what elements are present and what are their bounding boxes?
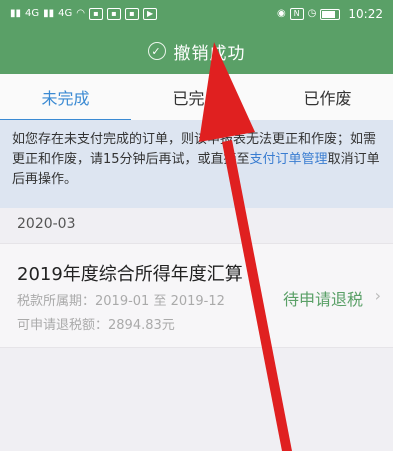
unpaid-order-notice: 如您存在未支付完成的订单，则该申报表无法更正和作废；如需更正和作废，请15分钟后… [0, 120, 393, 208]
status-bar: ▮▮ 4G ▮▮ 4G ◠ ▪ ▪ ▪ ▶ ◉ N ◷ 10:22 [0, 0, 393, 28]
app-notification-icon: ▪ [89, 8, 104, 20]
tab-voided[interactable]: 已作废 [262, 74, 393, 120]
nfc-icon: N [289, 8, 304, 20]
app-notification-icon: ▪ [107, 8, 122, 20]
status-bar-right: ◉ N ◷ 10:22 [277, 7, 383, 21]
record-refund: 可申请退税额：2894.83元 [17, 314, 175, 333]
refund-label: 可申请退税额： [17, 318, 109, 333]
status-time: 10:22 [348, 7, 383, 21]
record-status-badge: 待申请退税 [282, 286, 363, 310]
signal-icon: ▮▮ [43, 8, 55, 19]
record-title: 2019年度综合所得年度汇算 [17, 264, 243, 285]
network-type-label: 4G [25, 8, 40, 19]
declaration-record-card[interactable]: 2019年度综合所得年度汇算 税款所属期：2019-01 至 2019-12 可… [0, 243, 393, 348]
status-tabs: 未完成 已完成 已作废 [0, 74, 393, 121]
period-value: 2019-01 至 2019-12 [95, 294, 225, 309]
app-notification-icon: ▪ [125, 8, 140, 20]
alarm-icon: ◷ [307, 8, 317, 19]
signal-icon: ▮▮ [10, 8, 22, 19]
toast-message: 撤销成功 [173, 43, 246, 64]
tab-completed[interactable]: 已完成 [131, 74, 262, 120]
chevron-right-icon: › [374, 286, 381, 305]
payment-order-link[interactable]: 支付订单管理 [250, 152, 328, 167]
status-bar-left: ▮▮ 4G ▮▮ 4G ◠ ▪ ▪ ▪ ▶ [10, 8, 158, 20]
refund-value: 2894.83元 [108, 318, 175, 333]
record-period: 税款所属期：2019-01 至 2019-12 [17, 290, 225, 309]
eye-icon: ◉ [276, 8, 286, 19]
wifi-icon: ◠ [76, 8, 86, 19]
section-date: 2020-03 [17, 216, 76, 232]
tab-incomplete[interactable]: 未完成 [0, 74, 131, 121]
network-type-label: 4G [58, 8, 73, 19]
period-label: 税款所属期： [17, 294, 96, 309]
success-toast: ✓ 撤销成功 [0, 28, 393, 74]
battery-icon [320, 8, 341, 20]
app-notification-icon: ▶ [143, 8, 158, 20]
check-circle-icon: ✓ [147, 42, 166, 60]
